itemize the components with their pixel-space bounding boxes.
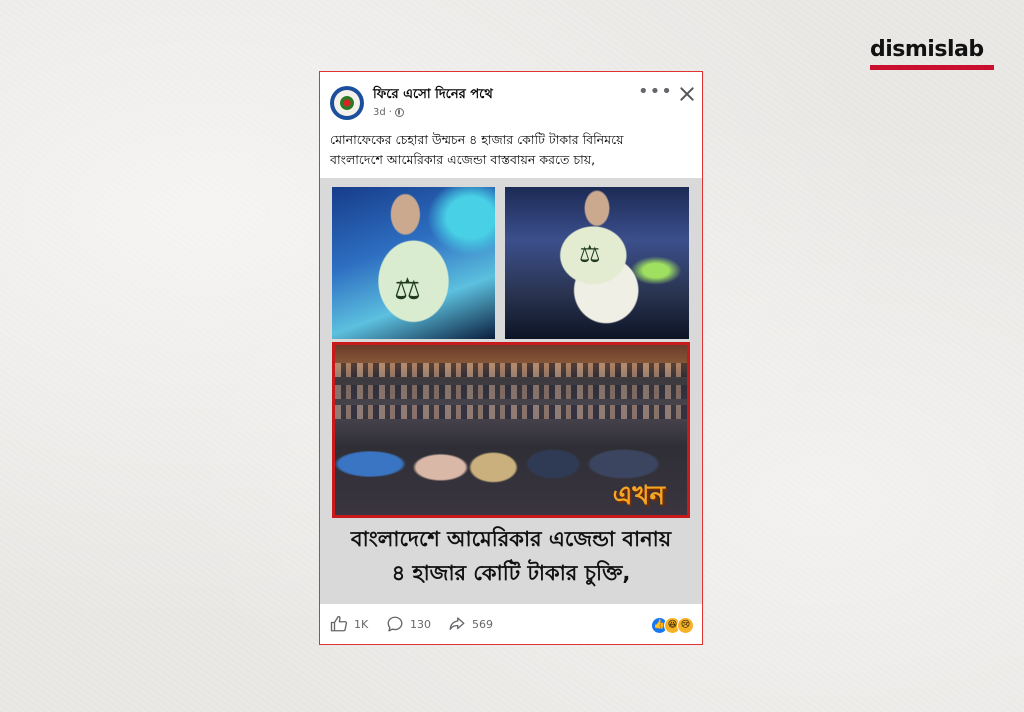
post-time[interactable]: 3d: [373, 107, 386, 118]
scales-icon: ⚖: [579, 240, 601, 268]
headline-line-2: ৪ হাজার কোটি টাকার চুক্তি,: [391, 561, 631, 585]
comment-button[interactable]: 130: [386, 615, 431, 633]
post-image[interactable]: ⚖ ⚖ এখন বাংলাদেশে আমেরিকার এজেন্ডা বানায…: [320, 178, 702, 604]
news-channel-logo: এখন: [612, 481, 665, 511]
like-count: 1K: [354, 617, 369, 631]
crowd-row: [335, 385, 687, 399]
globe-icon: [394, 108, 404, 117]
page-name[interactable]: ফিরে এসো দিনের পথে: [373, 85, 493, 106]
headline-line-1: বাংলাদেশে আমেরিকার এজেন্ডা বানায়: [350, 527, 672, 551]
brand-logo: dismislab: [870, 37, 994, 70]
like-icon: [330, 615, 348, 632]
close-icon[interactable]: [677, 84, 697, 104]
avatar-emblem-core: [340, 96, 354, 110]
brand-name: dismislab: [870, 37, 984, 62]
comment-count: 130: [410, 617, 431, 631]
scales-icon: ⚖: [394, 272, 421, 307]
crowd-row: [335, 405, 687, 419]
post-actions: 1K 130 569 👍 😆 😢: [320, 606, 702, 644]
image-headline: বাংলাদেশে আমেরিকার এজেন্ডা বানায় ৪ হাজা…: [320, 522, 702, 590]
post-header: ফিরে এসো দিনের পথে 3d · •••: [320, 72, 702, 130]
news-conference-photo: এখন: [332, 342, 690, 518]
share-button[interactable]: 569: [448, 615, 493, 633]
comment-icon: [387, 616, 403, 632]
more-options-icon[interactable]: •••: [638, 83, 672, 104]
dancer-photo-right: ⚖: [505, 187, 689, 339]
avatar-emblem: [334, 90, 360, 116]
brand-underline: [870, 65, 994, 70]
reaction-summary[interactable]: 👍 😆 😢: [651, 617, 694, 634]
page-avatar[interactable]: [330, 86, 364, 120]
caption-line-2: বাংলাদেশে আমেরিকার এজেন্ডা বাস্তবায়ন কর…: [330, 152, 596, 167]
post-caption: মোনাফেকের চেহারা উম্মচন ৪ হাজার কোটি টাক…: [330, 130, 696, 170]
share-count: 569: [472, 617, 493, 631]
dancer-photo-left: ⚖: [332, 187, 495, 339]
sad-reaction-icon: 😢: [677, 617, 694, 634]
share-icon: [449, 617, 465, 630]
like-button[interactable]: 1K: [330, 615, 368, 633]
caption-line-1: মোনাফেকের চেহারা উম্মচন ৪ হাজার কোটি টাক…: [330, 132, 624, 147]
facebook-post: ফিরে এসো দিনের পথে 3d · ••• মোনাফেকের চে…: [319, 71, 703, 645]
post-meta: 3d ·: [373, 107, 404, 118]
meta-separator: ·: [388, 107, 392, 118]
crowd-row: [335, 363, 687, 377]
